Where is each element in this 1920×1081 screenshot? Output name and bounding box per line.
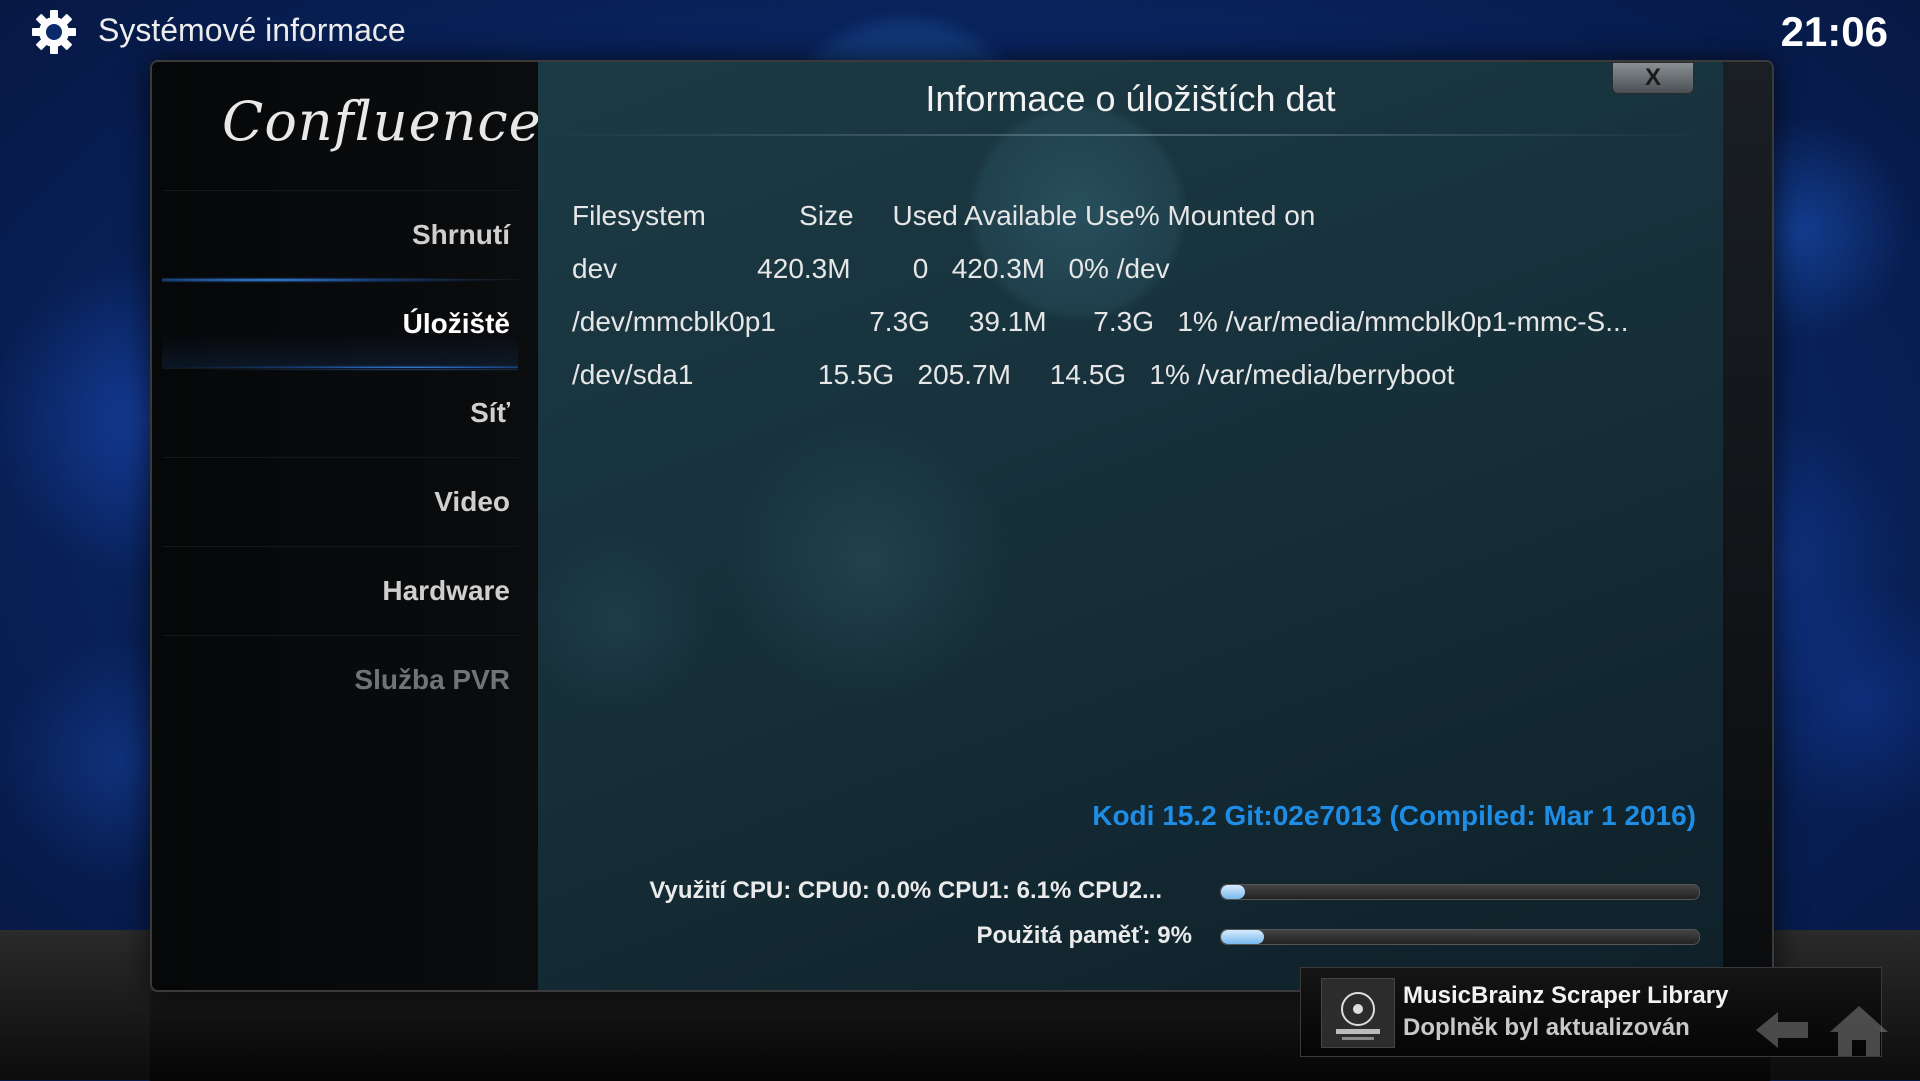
home-icon[interactable]	[1824, 1000, 1894, 1060]
cpu-usage-label: Využití CPU: CPU0: 0.0% CPU1: 6.1% CPU2.…	[649, 877, 1162, 904]
sidebar-item-label: Hardware	[382, 575, 510, 606]
gear-icon	[32, 10, 76, 54]
close-icon: X	[1644, 64, 1661, 91]
sidebar-item-video[interactable]: Video	[162, 457, 518, 546]
sidebar-item-pvr: Služba PVR	[162, 635, 518, 724]
back-arrow-icon[interactable]	[1750, 1000, 1816, 1060]
storage-header-row: Filesystem Size Used Available Use% Moun…	[572, 200, 1316, 231]
cpu-usage-bar	[1220, 884, 1700, 900]
confluence-logo: Confluence	[222, 90, 542, 153]
cpu-usage-fill	[1221, 885, 1245, 899]
page-title: Systémové informace	[98, 12, 406, 48]
notification-message: Doplněk byl aktualizován	[1403, 1014, 1690, 1041]
system-info-dialog: Confluence Shrnutí Úložiště Síť Video Ha…	[150, 60, 1774, 992]
memory-usage-bar	[1220, 929, 1700, 945]
sidebar-item-storage[interactable]: Úložiště	[162, 277, 518, 371]
sidebar-item-label: Síť	[470, 397, 510, 428]
sidebar-item-label: Služba PVR	[354, 664, 510, 695]
storage-row: /dev/sda1 15.5G 205.7M 14.5G 1% /var/med…	[572, 359, 1455, 390]
dialog-edge	[1723, 62, 1772, 990]
sidebar-item-label: Shrnutí	[412, 219, 510, 250]
close-button[interactable]: X	[1612, 62, 1694, 94]
memory-usage-fill	[1221, 930, 1265, 944]
sidebar-item-hardware[interactable]: Hardware	[162, 546, 518, 635]
notification-title: MusicBrainz Scraper Library	[1403, 982, 1729, 1009]
sidebar-item-summary[interactable]: Shrnutí	[162, 190, 518, 279]
memory-usage-label: Použitá paměť: 9%	[976, 922, 1192, 949]
storage-row: dev 420.3M 0 420.3M 0% /dev	[572, 253, 1170, 284]
sidebar-item-network[interactable]: Síť	[162, 368, 518, 457]
clock: 21:06	[1780, 8, 1888, 55]
storage-row: /dev/mmcblk0p1 7.3G 39.1M 7.3G 1% /var/m…	[572, 306, 1629, 337]
addon-thumbnail	[1321, 978, 1395, 1048]
title-divider	[552, 134, 1712, 136]
sidebar: Confluence Shrnutí Úložiště Síť Video Ha…	[152, 62, 542, 990]
version-label: Kodi 15.2 Git:02e7013 (Compiled: Mar 1 2…	[1092, 800, 1696, 831]
sidebar-item-label: Úložiště	[402, 308, 510, 339]
dialog-title: Informace o úložištích dat	[925, 78, 1336, 119]
sidebar-item-label: Video	[434, 486, 510, 517]
sidebar-menu: Shrnutí Úložiště Síť Video Hardware Služ…	[152, 190, 538, 724]
